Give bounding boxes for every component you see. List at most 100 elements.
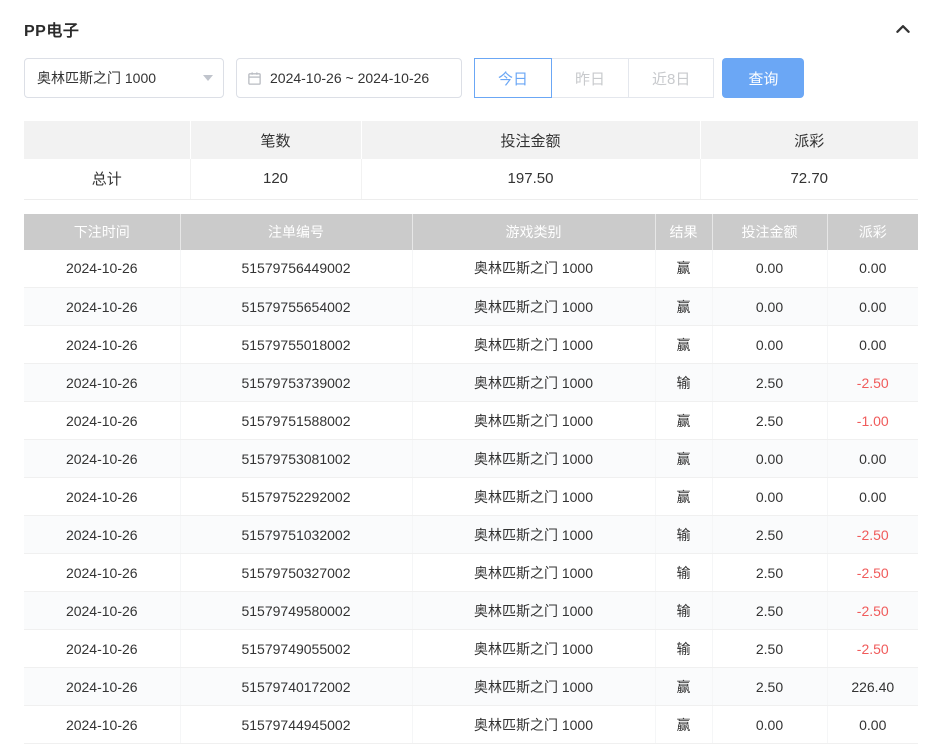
summary-col-payout: 派彩 bbox=[700, 121, 918, 159]
cell-payout: 0.00 bbox=[827, 325, 918, 364]
cell-payout: -2.50 bbox=[827, 515, 918, 554]
cell-order-id: 51579751588002 bbox=[180, 401, 413, 440]
cell-game: 奥林匹斯之门 1000 bbox=[412, 439, 656, 478]
cell-game: 奥林匹斯之门 1000 bbox=[412, 477, 656, 516]
date-range-value: 2024-10-26 ~ 2024-10-26 bbox=[270, 70, 430, 86]
cell-game: 奥林匹斯之门 1000 bbox=[412, 667, 656, 706]
table-row: 2024-10-26 51579756449002 奥林匹斯之门 1000 赢 … bbox=[24, 249, 918, 288]
table-row: 2024-10-26 51579752292002 奥林匹斯之门 1000 赢 … bbox=[24, 477, 918, 516]
col-payout: 派彩 bbox=[827, 213, 918, 250]
cell-result: 输 bbox=[655, 363, 713, 402]
date-range-picker[interactable]: 2024-10-26 ~ 2024-10-26 bbox=[236, 58, 462, 98]
cell-bet-amount: 2.50 bbox=[712, 401, 828, 440]
cell-game: 奥林匹斯之门 1000 bbox=[412, 401, 656, 440]
cell-result: 赢 bbox=[655, 667, 713, 706]
quick-filter-group: 今日 昨日 近8日 bbox=[474, 58, 715, 98]
cell-bet-amount: 0.00 bbox=[712, 325, 828, 364]
cell-bet-amount: 2.50 bbox=[712, 553, 828, 592]
table-row: 2024-10-26 51579755018002 奥林匹斯之门 1000 赢 … bbox=[24, 325, 918, 364]
cell-order-id: 51579756449002 bbox=[180, 249, 413, 288]
cell-game: 奥林匹斯之门 1000 bbox=[412, 629, 656, 668]
cell-result: 输 bbox=[655, 553, 713, 592]
panel-header: PP电子 bbox=[0, 0, 928, 41]
quick-filter-button[interactable]: 近8日 bbox=[628, 58, 715, 98]
cell-payout: -2.50 bbox=[827, 629, 918, 668]
table-row: 2024-10-26 51579753739002 奥林匹斯之门 1000 输 … bbox=[24, 363, 918, 402]
cell-order-id: 51579755654002 bbox=[180, 287, 413, 326]
col-bet-amount: 投注金额 bbox=[712, 213, 828, 250]
collapse-chevron-up-icon[interactable] bbox=[892, 18, 914, 40]
cell-result: 赢 bbox=[655, 477, 713, 516]
cell-order-id: 51579750327002 bbox=[180, 553, 413, 592]
query-button[interactable]: 查询 bbox=[722, 58, 805, 98]
cell-bet-amount: 2.50 bbox=[712, 591, 828, 630]
cell-result: 输 bbox=[655, 591, 713, 630]
cell-result: 输 bbox=[655, 515, 713, 554]
cell-order-id: 51579740172002 bbox=[180, 667, 413, 706]
cell-result: 赢 bbox=[655, 401, 713, 440]
cell-order-id: 51579752292002 bbox=[180, 477, 413, 516]
quick-filter-button[interactable]: 今日 bbox=[474, 58, 553, 98]
cell-bet-time: 2024-10-26 bbox=[24, 287, 181, 326]
caret-down-icon bbox=[203, 75, 213, 81]
cell-game: 奥林匹斯之门 1000 bbox=[412, 325, 656, 364]
cell-result: 赢 bbox=[655, 705, 713, 744]
col-bet-time: 下注时间 bbox=[24, 213, 181, 250]
game-select[interactable]: 奥林匹斯之门 1000 bbox=[24, 58, 224, 98]
calendar-icon bbox=[247, 71, 262, 86]
cell-payout: 0.00 bbox=[827, 477, 918, 516]
cell-order-id: 51579749580002 bbox=[180, 591, 413, 630]
cell-game: 奥林匹斯之门 1000 bbox=[412, 363, 656, 402]
cell-game: 奥林匹斯之门 1000 bbox=[412, 553, 656, 592]
cell-result: 输 bbox=[655, 629, 713, 668]
cell-result: 赢 bbox=[655, 287, 713, 326]
table-row: 2024-10-26 51579755654002 奥林匹斯之门 1000 赢 … bbox=[24, 287, 918, 326]
cell-bet-time: 2024-10-26 bbox=[24, 477, 181, 516]
summary-total-count: 120 bbox=[190, 159, 362, 200]
col-game: 游戏类别 bbox=[412, 213, 656, 250]
summary-total-row: 总计 120 197.50 72.70 bbox=[24, 159, 918, 200]
table-row: 2024-10-26 51579749580002 奥林匹斯之门 1000 输 … bbox=[24, 591, 918, 630]
cell-bet-time: 2024-10-26 bbox=[24, 249, 181, 288]
summary-table: 笔数 投注金额 派彩 总计 120 197.50 72.70 bbox=[24, 121, 918, 200]
table-row: 2024-10-26 51579751588002 奥林匹斯之门 1000 赢 … bbox=[24, 401, 918, 440]
cell-order-id: 51579753081002 bbox=[180, 439, 413, 478]
cell-bet-time: 2024-10-26 bbox=[24, 325, 181, 364]
table-row: 2024-10-26 51579753081002 奥林匹斯之门 1000 赢 … bbox=[24, 439, 918, 478]
summary-col-bet: 投注金额 bbox=[361, 121, 701, 159]
cell-order-id: 51579744945002 bbox=[180, 705, 413, 744]
bets-table-body: 2024-10-26 51579756449002 奥林匹斯之门 1000 赢 … bbox=[24, 249, 918, 744]
cell-payout: 0.00 bbox=[827, 705, 918, 744]
cell-bet-amount: 0.00 bbox=[712, 439, 828, 478]
bets-table: 下注时间 注单编号 游戏类别 结果 投注金额 派彩 2024-10-26 515… bbox=[24, 213, 918, 744]
game-select-value: 奥林匹斯之门 1000 bbox=[37, 70, 157, 86]
cell-bet-time: 2024-10-26 bbox=[24, 515, 181, 554]
cell-payout: -2.50 bbox=[827, 553, 918, 592]
cell-bet-amount: 0.00 bbox=[712, 705, 828, 744]
cell-payout: -1.00 bbox=[827, 401, 918, 440]
cell-order-id: 51579749055002 bbox=[180, 629, 413, 668]
cell-order-id: 51579753739002 bbox=[180, 363, 413, 402]
table-row: 2024-10-26 51579744945002 奥林匹斯之门 1000 赢 … bbox=[24, 705, 918, 744]
cell-result: 赢 bbox=[655, 325, 713, 364]
cell-bet-time: 2024-10-26 bbox=[24, 667, 181, 706]
table-row: 2024-10-26 51579749055002 奥林匹斯之门 1000 输 … bbox=[24, 629, 918, 668]
cell-bet-amount: 0.00 bbox=[712, 477, 828, 516]
cell-order-id: 51579751032002 bbox=[180, 515, 413, 554]
cell-bet-amount: 2.50 bbox=[712, 363, 828, 402]
bets-header-row: 下注时间 注单编号 游戏类别 结果 投注金额 派彩 bbox=[24, 213, 918, 250]
cell-bet-amount: 0.00 bbox=[712, 287, 828, 326]
cell-game: 奥林匹斯之门 1000 bbox=[412, 591, 656, 630]
cell-bet-time: 2024-10-26 bbox=[24, 629, 181, 668]
summary-total-label: 总计 bbox=[24, 159, 191, 200]
cell-bet-time: 2024-10-26 bbox=[24, 591, 181, 630]
cell-bet-amount: 0.00 bbox=[712, 249, 828, 288]
cell-bet-time: 2024-10-26 bbox=[24, 553, 181, 592]
quick-filter-button[interactable]: 昨日 bbox=[551, 58, 630, 98]
cell-payout: -2.50 bbox=[827, 591, 918, 630]
cell-bet-time: 2024-10-26 bbox=[24, 363, 181, 402]
cell-payout: -2.50 bbox=[827, 363, 918, 402]
cell-game: 奥林匹斯之门 1000 bbox=[412, 705, 656, 744]
summary-col-blank bbox=[24, 121, 191, 159]
cell-payout: 0.00 bbox=[827, 249, 918, 288]
